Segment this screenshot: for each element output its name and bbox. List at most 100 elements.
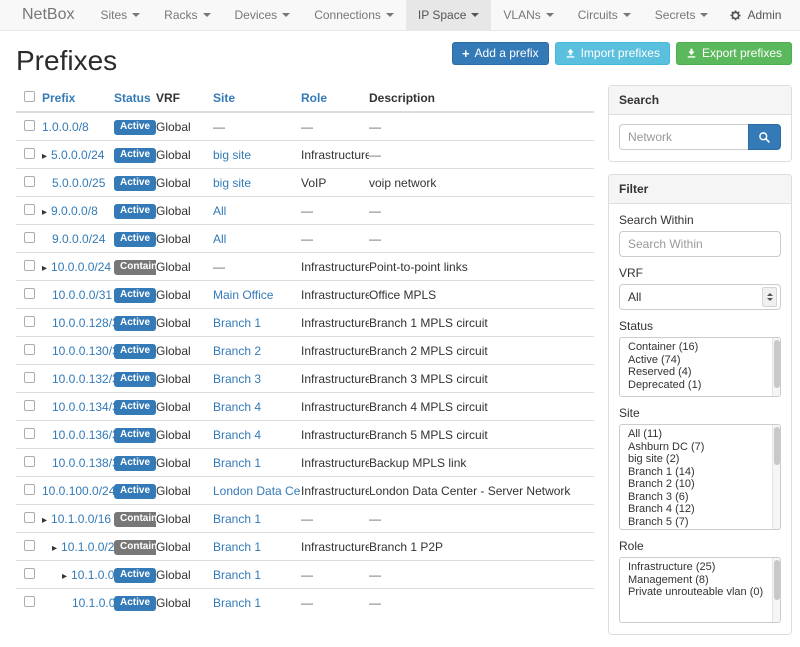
nav-item-secrets[interactable]: Secrets — [643, 0, 721, 30]
multiselect-option[interactable]: Reserved (4) — [620, 366, 780, 379]
site-link[interactable]: Main Office — [213, 288, 273, 302]
row-checkbox[interactable] — [24, 512, 35, 523]
row-checkbox[interactable] — [24, 316, 35, 327]
app-logo[interactable]: NetBox — [22, 0, 74, 30]
nav-item-sites[interactable]: Sites — [88, 0, 152, 30]
role-multiselect[interactable]: Infrastructure (25)Management (8)Private… — [619, 557, 781, 623]
site-link[interactable]: Branch 4 — [213, 428, 261, 442]
row-checkbox[interactable] — [24, 120, 35, 131]
row-checkbox[interactable] — [24, 596, 35, 607]
multiselect-option[interactable]: Deprecated (1) — [620, 379, 780, 392]
site-link[interactable]: Branch 1 — [213, 540, 261, 554]
site-link[interactable]: Branch 1 — [213, 596, 261, 610]
nav-item-circuits[interactable]: Circuits — [566, 0, 643, 30]
prefix-link[interactable]: 10.1.0.0/16 — [51, 512, 111, 526]
sort-link-role[interactable]: Role — [301, 91, 327, 105]
vrf-select[interactable]: All — [619, 284, 781, 310]
site-link[interactable]: Branch 4 — [213, 400, 261, 414]
sort-link-site[interactable]: Site — [213, 91, 235, 105]
prefix-link[interactable]: 9.0.0.0/24 — [52, 232, 105, 246]
site-link[interactable]: big site — [213, 148, 251, 162]
row-checkbox[interactable] — [24, 232, 35, 243]
prefix-link[interactable]: 10.1.0.0/26 — [72, 596, 114, 610]
site-multiselect[interactable]: All (11)Ashburn DC (7)big site (2)Branch… — [619, 424, 781, 530]
expand-caret-icon[interactable]: ▸ — [42, 515, 47, 526]
prefix-link[interactable]: 10.1.0.0/24 — [61, 540, 114, 554]
multiselect-option[interactable]: Branch 4 (12) — [620, 503, 780, 516]
site-link[interactable]: All — [213, 232, 226, 246]
site-link[interactable]: Branch 1 — [213, 456, 261, 470]
row-checkbox[interactable] — [24, 400, 35, 411]
scrollbar-track[interactable] — [772, 558, 780, 622]
site-link[interactable]: Branch 2 — [213, 344, 261, 358]
multiselect-option[interactable]: All (11) — [620, 428, 780, 441]
row-checkbox[interactable] — [24, 288, 35, 299]
prefix-link[interactable]: 5.0.0.0/25 — [52, 176, 105, 190]
multiselect-option[interactable]: Branch 1 (14) — [620, 466, 780, 479]
add-prefix-button[interactable]: + Add a prefix — [452, 42, 549, 65]
row-checkbox[interactable] — [24, 372, 35, 383]
search-within-input[interactable] — [619, 231, 781, 257]
nav-item-admin[interactable]: Admin — [720, 0, 790, 30]
nav-item-connections[interactable]: Connections — [302, 0, 406, 30]
scrollbar-track[interactable] — [772, 425, 780, 529]
row-checkbox[interactable] — [24, 148, 35, 159]
multiselect-option[interactable]: Branch 3 (6) — [620, 491, 780, 504]
scrollbar-track[interactable] — [772, 338, 780, 396]
multiselect-option[interactable]: Private unrouteable vlan (0) — [620, 586, 780, 599]
prefix-link[interactable]: 10.0.0.130/31 — [52, 344, 114, 358]
row-checkbox[interactable] — [24, 456, 35, 467]
row-checkbox[interactable] — [24, 176, 35, 187]
import-prefixes-button[interactable]: Import prefixes — [555, 42, 670, 65]
row-checkbox[interactable] — [24, 568, 35, 579]
multiselect-option[interactable]: Infrastructure (25) — [620, 561, 780, 574]
prefix-link[interactable]: 10.0.100.0/24 — [42, 484, 114, 498]
multiselect-option[interactable]: Container (16) — [620, 341, 780, 354]
prefix-link[interactable]: 10.0.0.134/31 — [52, 400, 114, 414]
nav-item-ip-space[interactable]: IP Space — [406, 0, 491, 30]
multiselect-option[interactable]: Branch 2 (10) — [620, 478, 780, 491]
row-checkbox[interactable] — [24, 204, 35, 215]
site-link[interactable]: All — [213, 204, 226, 218]
prefix-link[interactable]: 10.0.0.0/24 — [51, 260, 111, 274]
nav-item-profile[interactable]: Profile — [790, 0, 800, 30]
row-checkbox[interactable] — [24, 540, 35, 551]
expand-caret-icon[interactable]: ▸ — [52, 543, 57, 554]
multiselect-option[interactable]: COLO-1-2A (3) — [620, 528, 780, 530]
site-link[interactable]: big site — [213, 176, 251, 190]
prefix-link[interactable]: 9.0.0.0/8 — [51, 204, 98, 218]
nav-item-devices[interactable]: Devices — [223, 0, 303, 30]
prefix-link[interactable]: 10.0.0.128/31 — [52, 316, 114, 330]
site-link[interactable]: Branch 1 — [213, 512, 261, 526]
expand-caret-icon[interactable]: ▸ — [42, 207, 47, 218]
nav-item-vlans[interactable]: VLANs — [491, 0, 565, 30]
select-all-checkbox[interactable] — [24, 91, 35, 102]
scrollbar-thumb[interactable] — [774, 340, 780, 388]
row-checkbox[interactable] — [24, 428, 35, 439]
multiselect-option[interactable]: Management (8) — [620, 574, 780, 587]
prefix-link[interactable]: 10.0.0.132/31 — [52, 372, 114, 386]
multiselect-option[interactable]: Branch 5 (7) — [620, 516, 780, 529]
row-checkbox[interactable] — [24, 484, 35, 495]
prefix-link[interactable]: 10.0.0.136/31 — [52, 428, 114, 442]
multiselect-option[interactable]: Ashburn DC (7) — [620, 441, 780, 454]
site-link[interactable]: Branch 1 — [213, 316, 261, 330]
search-button[interactable] — [748, 124, 781, 150]
sort-link-prefix[interactable]: Prefix — [42, 91, 75, 105]
expand-caret-icon[interactable]: ▸ — [42, 151, 47, 162]
scrollbar-thumb[interactable] — [774, 560, 780, 600]
prefix-link[interactable]: 10.0.0.0/31 — [52, 288, 112, 302]
scrollbar-thumb[interactable] — [774, 427, 780, 465]
site-link[interactable]: Branch 1 — [213, 568, 261, 582]
prefix-link[interactable]: 1.0.0.0/8 — [42, 120, 89, 134]
expand-caret-icon[interactable]: ▸ — [42, 263, 47, 274]
site-link[interactable]: London Data Center — [213, 484, 301, 498]
prefix-link[interactable]: 10.0.0.138/31 — [52, 456, 114, 470]
multiselect-option[interactable]: Active (74) — [620, 354, 780, 367]
row-checkbox[interactable] — [24, 344, 35, 355]
prefix-link[interactable]: 5.0.0.0/24 — [51, 148, 104, 162]
site-link[interactable]: Branch 3 — [213, 372, 261, 386]
multiselect-option[interactable]: big site (2) — [620, 453, 780, 466]
status-multiselect[interactable]: Container (16)Active (74)Reserved (4)Dep… — [619, 337, 781, 397]
expand-caret-icon[interactable]: ▸ — [62, 571, 67, 582]
